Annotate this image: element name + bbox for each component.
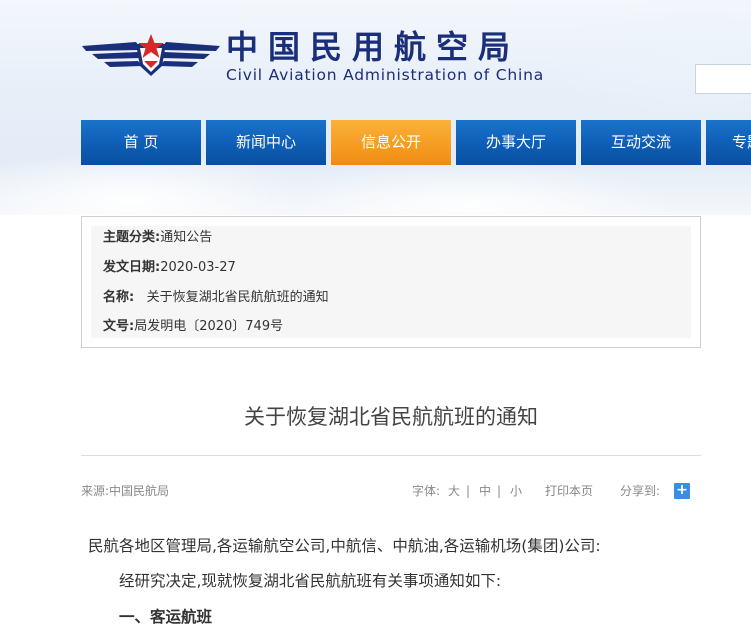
meta-name: 名称: 关于恢复湖北省民航航班的通知 bbox=[103, 289, 329, 307]
section-heading: 一、客运航班 bbox=[119, 608, 213, 624]
nav-item-services[interactable]: 办事大厅 bbox=[456, 120, 576, 165]
meta-name-value: 关于恢复湖北省民航航班的通知 bbox=[146, 290, 329, 305]
font-size-small-button[interactable]: 小 bbox=[510, 482, 522, 500]
search-input[interactable] bbox=[695, 64, 751, 94]
meta-category-key: 主题分类: bbox=[103, 230, 161, 245]
meta-category: 主题分类:通知公告 bbox=[103, 229, 212, 247]
font-size-medium-button[interactable]: 中 bbox=[479, 482, 491, 500]
font-size-separator: | bbox=[497, 484, 502, 498]
metadata-panel: 主题分类:通知公告 发文日期:2020-03-27 名称: 关于恢复湖北省民航航… bbox=[91, 226, 691, 338]
logo-english-name: Civil Aviation Administration of China bbox=[226, 66, 545, 84]
caac-emblem-icon bbox=[82, 34, 220, 76]
logo-chinese-name: 中国民用航空局 bbox=[226, 28, 521, 66]
nav-item-interaction[interactable]: 互动交流 bbox=[581, 120, 701, 165]
meta-category-value: 通知公告 bbox=[160, 230, 213, 245]
nav-item-info-disclosure[interactable]: 信息公开 bbox=[331, 120, 451, 165]
article-title: 关于恢复湖北省民航航班的通知 bbox=[244, 405, 538, 429]
meta-name-key: 名称: bbox=[103, 290, 135, 305]
nav-item-news[interactable]: 新闻中心 bbox=[206, 120, 326, 165]
nav-item-home[interactable]: 首 页 bbox=[81, 120, 201, 165]
nav-item-special[interactable]: 专题专栏 bbox=[706, 120, 751, 165]
title-divider bbox=[81, 455, 701, 456]
meta-docno: 文号:局发明电〔2020〕749号 bbox=[103, 318, 283, 336]
meta-date-value: 2020-03-27 bbox=[160, 260, 236, 275]
site-logo[interactable]: 中国民用航空局 Civil Aviation Administration of… bbox=[80, 28, 550, 88]
main-nav: 首 页 新闻中心 信息公开 办事大厅 互动交流 专题专栏 bbox=[81, 120, 751, 165]
article-source: 来源:中国民航局 bbox=[81, 484, 170, 498]
meta-date: 发文日期:2020-03-27 bbox=[103, 259, 236, 277]
font-size-label: 字体: bbox=[412, 484, 441, 498]
font-size-separator: | bbox=[466, 484, 471, 498]
paragraph-intro: 经研究决定,现就恢复湖北省民航航班有关事项通知如下: bbox=[119, 572, 502, 590]
document-metadata-box: 主题分类:通知公告 发文日期:2020-03-27 名称: 关于恢复湖北省民航航… bbox=[81, 216, 701, 348]
meta-docno-key: 文号: bbox=[103, 319, 135, 334]
meta-docno-value: 局发明电〔2020〕749号 bbox=[134, 319, 284, 334]
font-size-large-button[interactable]: 大 bbox=[448, 482, 460, 500]
print-page-link[interactable]: 打印本页 bbox=[545, 482, 593, 500]
share-label: 分享到: bbox=[620, 484, 661, 498]
share-plus-icon[interactable]: + bbox=[674, 483, 690, 499]
paragraph-addressee: 民航各地区管理局,各运输航空公司,中航信、中航油,各运输机场(集团)公司: bbox=[88, 537, 601, 555]
meta-date-key: 发文日期: bbox=[103, 260, 161, 275]
